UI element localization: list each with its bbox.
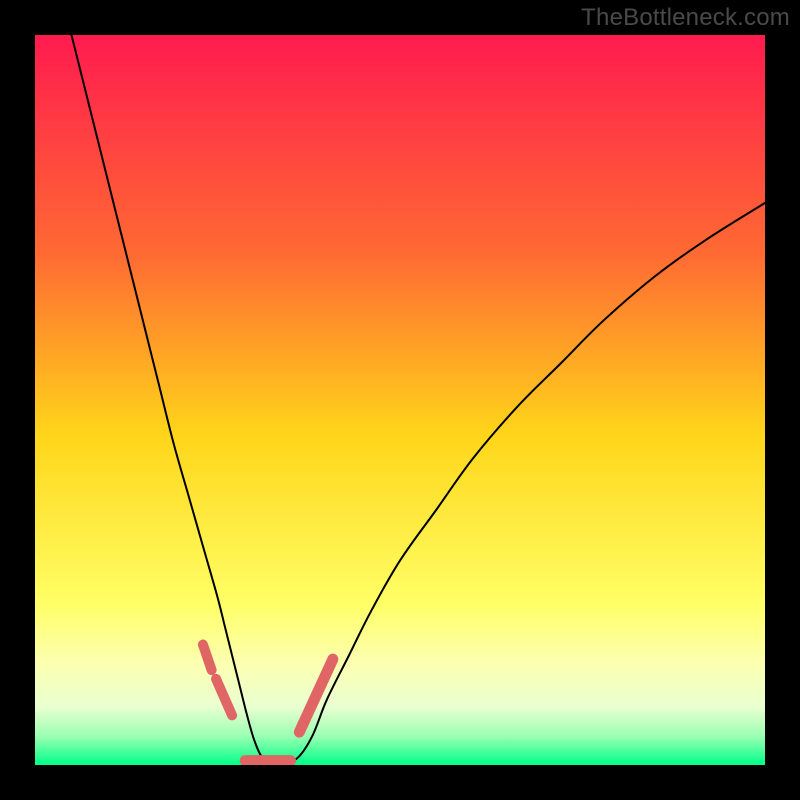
- plot-area: [35, 35, 765, 765]
- chart-frame: TheBottleneck.com: [0, 0, 800, 800]
- watermark-label: TheBottleneck.com: [581, 4, 790, 32]
- gradient-background: [35, 35, 765, 765]
- bottleneck-chart: [35, 35, 765, 765]
